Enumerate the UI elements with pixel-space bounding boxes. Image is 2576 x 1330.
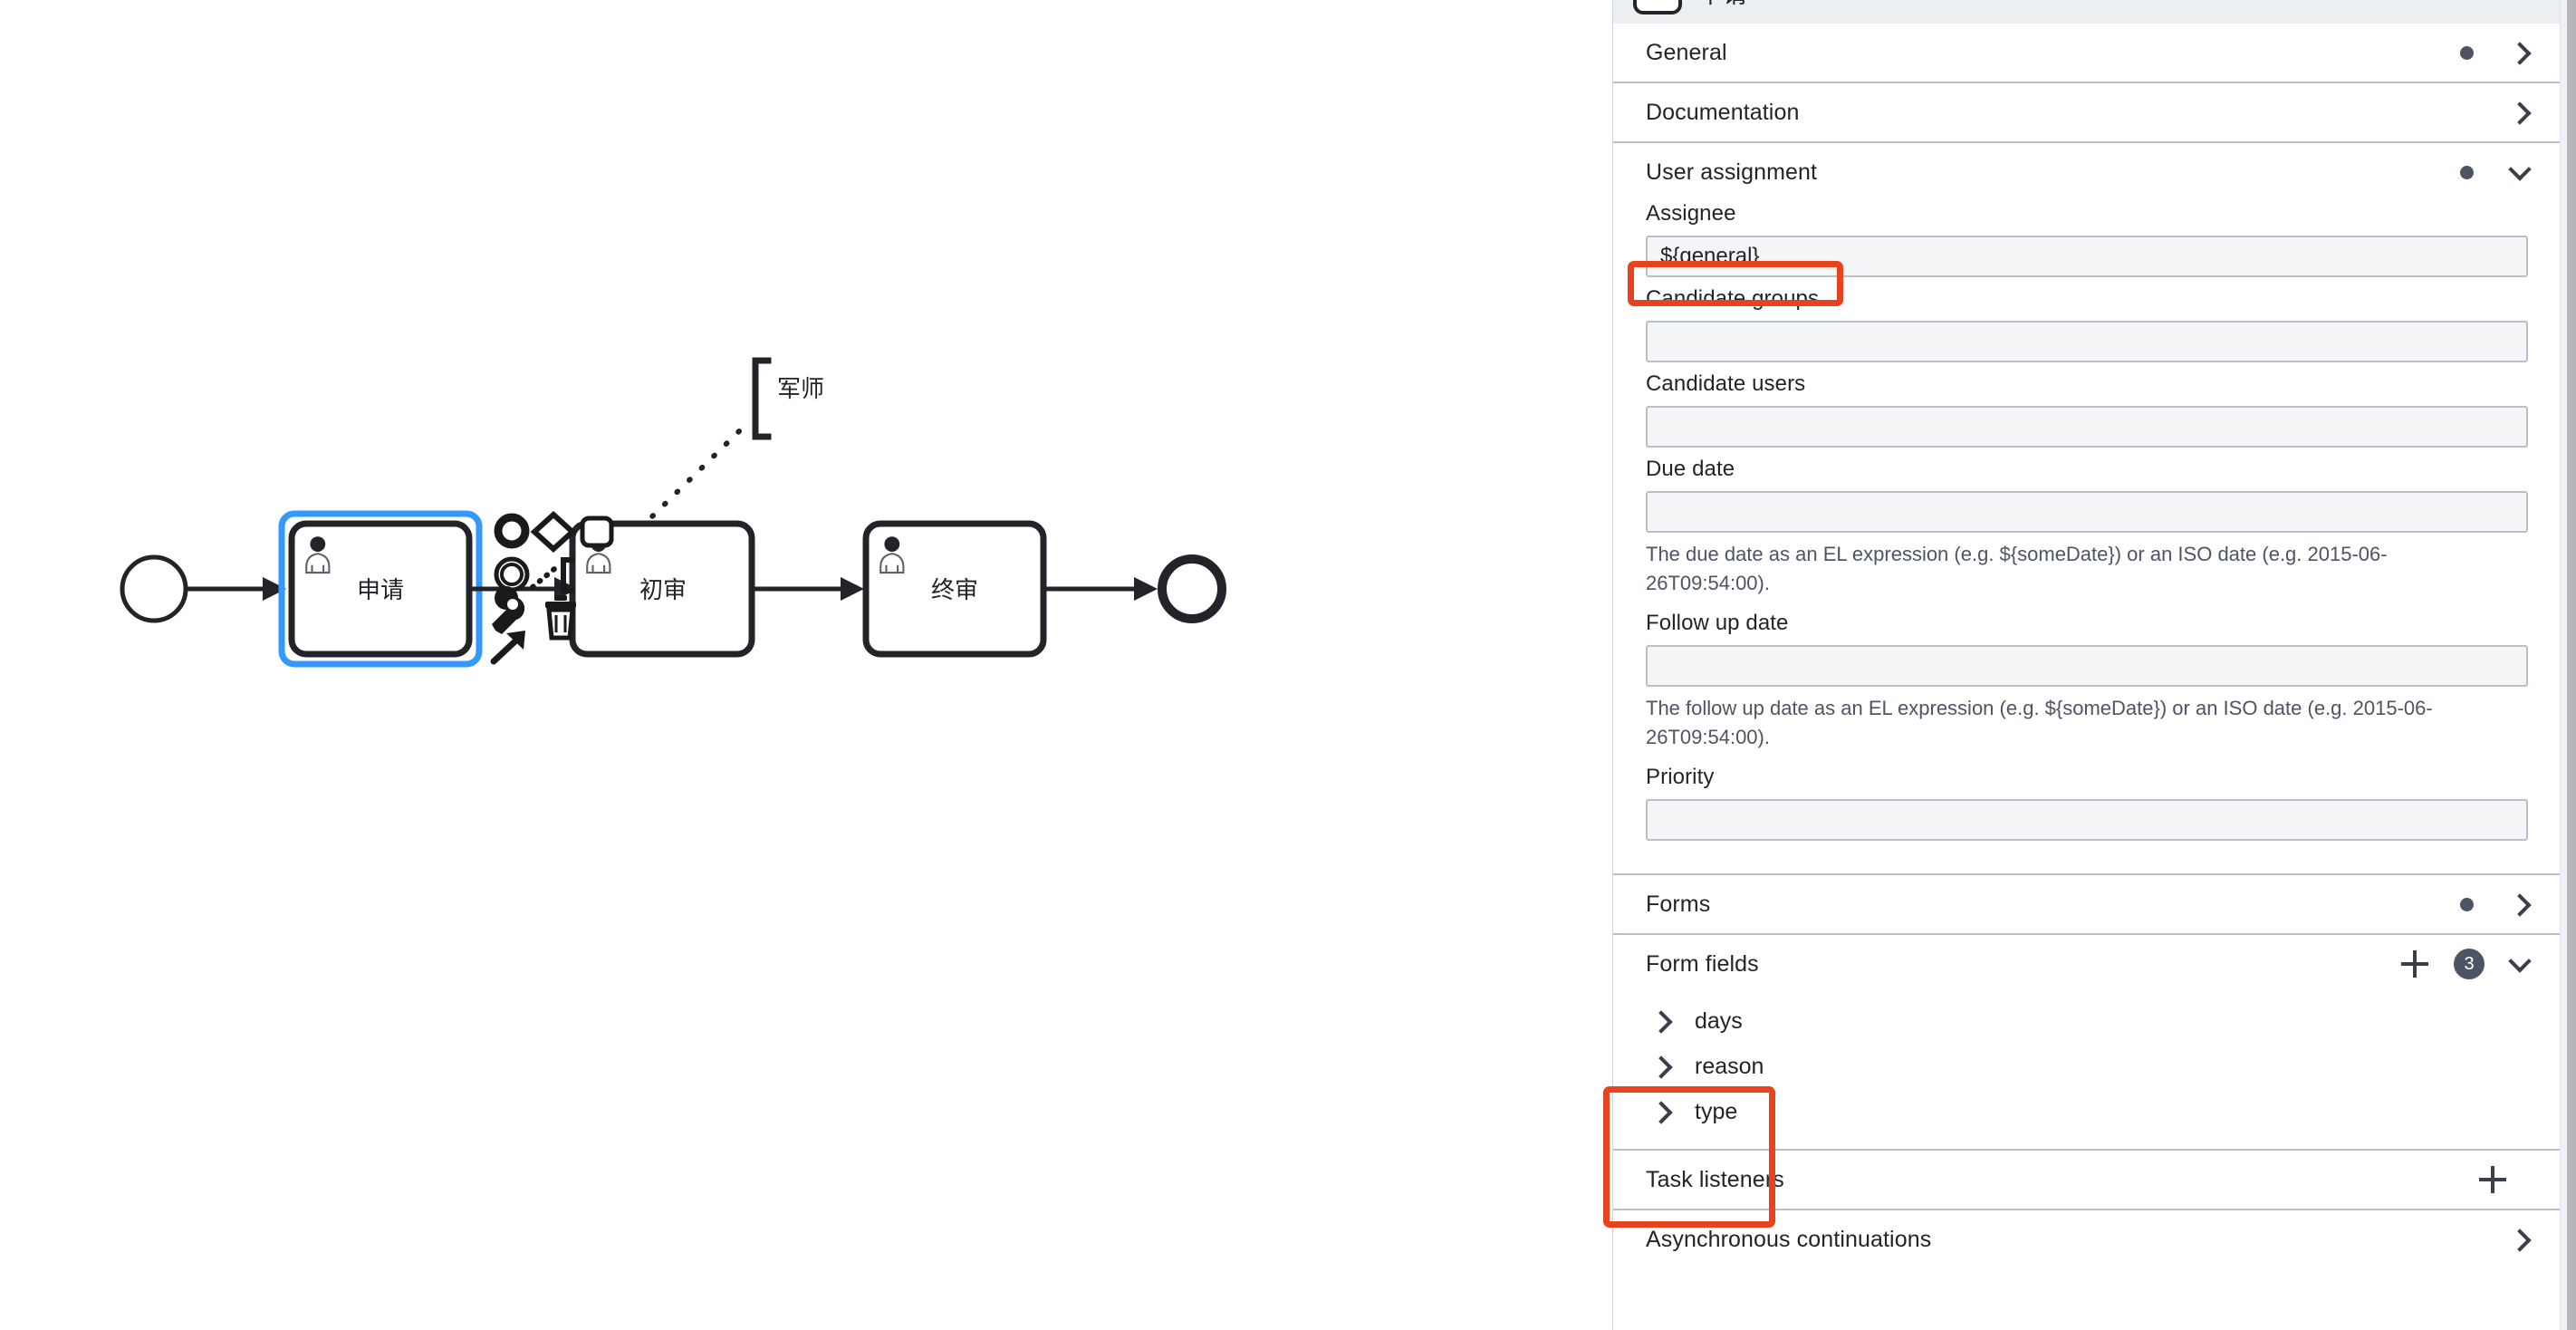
- chevron-down-icon[interactable]: [2508, 160, 2532, 184]
- candidate-groups-label: Candidate groups: [1646, 286, 1820, 311]
- group-form-fields-header[interactable]: Form fields 3: [1613, 935, 2561, 993]
- group-task-listeners-header[interactable]: Task listeners: [1613, 1151, 2561, 1209]
- chevron-right-icon[interactable]: [1649, 1009, 1673, 1033]
- group-documentation-header[interactable]: Documentation: [1613, 83, 2561, 141]
- candidate-groups-input[interactable]: [1646, 321, 2528, 362]
- bpmn-canvas[interactable]: 申请 初审 终审 军师: [0, 0, 1612, 1330]
- follow-up-date-label: Follow up date: [1646, 611, 1789, 635]
- add-task-listener-icon[interactable]: [2479, 1166, 2506, 1193]
- add-form-field-icon[interactable]: [2401, 950, 2428, 978]
- user-task-zhongshen-label: 终审: [931, 577, 978, 604]
- group-general-header[interactable]: General: [1613, 24, 2561, 82]
- chevron-right-icon[interactable]: [2508, 41, 2532, 64]
- group-user-assignment: User assignment Assignee Candidate group…: [1613, 143, 2561, 875]
- group-general-title: General: [1646, 39, 1727, 65]
- group-form-fields-title: Form fields: [1646, 950, 1759, 977]
- form-field-name: reason: [1695, 1053, 1764, 1079]
- group-user-assignment-dot: [2460, 165, 2474, 179]
- field-follow-up-date: Follow up date The follow up date as an …: [1646, 611, 2528, 752]
- form-field-name: days: [1695, 1007, 1743, 1034]
- group-user-assignment-title: User assignment: [1646, 159, 1818, 185]
- connect-icon[interactable]: [490, 631, 525, 665]
- group-forms-header[interactable]: Forms: [1613, 875, 2561, 933]
- assignee-label: Assignee: [1646, 201, 1736, 226]
- replace-wrench-icon[interactable]: [492, 586, 525, 634]
- field-assignee: Assignee: [1646, 201, 2528, 277]
- follow-up-date-hint: The follow up date as an EL expression (…: [1646, 697, 2433, 748]
- form-field-name: type: [1695, 1098, 1738, 1124]
- priority-label: Priority: [1646, 765, 1715, 789]
- field-candidate-users: Candidate users: [1646, 371, 2528, 448]
- assignee-input[interactable]: [1646, 236, 2528, 277]
- chevron-right-icon[interactable]: [2508, 101, 2532, 124]
- chevron-right-icon[interactable]: [2508, 1228, 2532, 1251]
- user-task-chushen-label: 初审: [639, 577, 687, 604]
- text-annotation-junshi[interactable]: 军师: [752, 357, 824, 440]
- candidate-users-input[interactable]: [1646, 406, 2528, 448]
- group-documentation: Documentation: [1613, 83, 2561, 143]
- properties-panel: 申请 General Documentation U: [1612, 0, 2576, 1330]
- start-event[interactable]: [120, 554, 188, 623]
- due-date-hint: The due date as an EL expression (e.g. $…: [1646, 543, 2388, 594]
- group-general: General: [1613, 24, 2561, 83]
- due-date-label: Due date: [1646, 457, 1735, 481]
- group-task-listeners: Task listeners: [1613, 1151, 2561, 1210]
- group-forms-dot: [2460, 897, 2474, 911]
- chevron-right-icon[interactable]: [2508, 892, 2532, 916]
- user-task-zhongshen[interactable]: 终审: [862, 520, 1047, 658]
- user-task-shenqing-label: 申请: [357, 577, 404, 604]
- chevron-right-icon[interactable]: [1649, 1055, 1673, 1078]
- group-task-listeners-title: Task listeners: [1646, 1166, 1784, 1192]
- group-documentation-title: Documentation: [1646, 99, 1800, 125]
- form-field-row-type[interactable]: type: [1649, 1089, 2561, 1134]
- form-fields-list: days reason type: [1613, 993, 2561, 1149]
- sequence-flow-3[interactable]: [752, 577, 864, 601]
- app-root: 申请 初审 终审 军师 General Documentation User a…: [0, 0, 2576, 1330]
- form-fields-count-badge: 3: [2454, 949, 2485, 979]
- group-user-assignment-body: Assignee Candidate groups Candidate user…: [1613, 201, 2561, 873]
- group-user-assignment-header[interactable]: User assignment: [1613, 143, 2561, 201]
- follow-up-date-input[interactable]: [1646, 645, 2528, 687]
- selected-element-header: 申请: [1613, 0, 2561, 24]
- priority-input[interactable]: [1646, 799, 2528, 841]
- delete-icon[interactable]: [545, 595, 576, 641]
- properties-scroll-container[interactable]: 申请 General Documentation U: [1613, 0, 2561, 1330]
- form-field-row-reason[interactable]: reason: [1649, 1044, 2561, 1089]
- user-task-icon: [1633, 0, 1682, 14]
- append-task-icon[interactable]: [580, 516, 614, 548]
- group-general-dot: [2460, 45, 2474, 60]
- user-task-shenqing[interactable]: 申请: [288, 520, 473, 658]
- group-forms: Forms: [1613, 875, 2561, 935]
- sequence-flow-4[interactable]: [1043, 577, 1158, 601]
- chevron-down-icon[interactable]: [2508, 952, 2532, 976]
- due-date-input[interactable]: [1646, 491, 2528, 533]
- field-priority: Priority: [1646, 765, 2528, 841]
- field-candidate-groups: Candidate groups: [1646, 286, 2528, 362]
- selected-element-label: 申请: [1698, 0, 1747, 10]
- chevron-right-icon[interactable]: [1649, 1100, 1673, 1123]
- append-end-event-icon[interactable]: [494, 513, 530, 549]
- group-async-continuations: Asynchronous continuations: [1613, 1210, 2561, 1268]
- group-forms-title: Forms: [1646, 891, 1711, 917]
- candidate-users-label: Candidate users: [1646, 371, 1806, 396]
- text-annotation-label: 军师: [777, 376, 824, 403]
- panel-scrollbar-thumb[interactable]: [2567, 0, 2576, 1330]
- field-due-date: Due date The due date as an EL expressio…: [1646, 457, 2528, 598]
- association-dotted[interactable]: [646, 429, 742, 523]
- end-event[interactable]: [1158, 554, 1226, 623]
- append-gateway-icon[interactable]: [530, 510, 577, 554]
- group-form-fields: Form fields 3 days reason type: [1613, 935, 2561, 1151]
- group-async-continuations-title: Asynchronous continuations: [1646, 1226, 1932, 1252]
- sequence-flow-1[interactable]: [187, 577, 286, 601]
- group-async-continuations-header[interactable]: Asynchronous continuations: [1613, 1210, 2561, 1268]
- form-field-row-days[interactable]: days: [1649, 998, 2561, 1044]
- bpmn-diagram[interactable]: 申请 初审 终审 军师: [0, 0, 1612, 1330]
- panel-scrollbar-track[interactable]: [2560, 0, 2576, 1330]
